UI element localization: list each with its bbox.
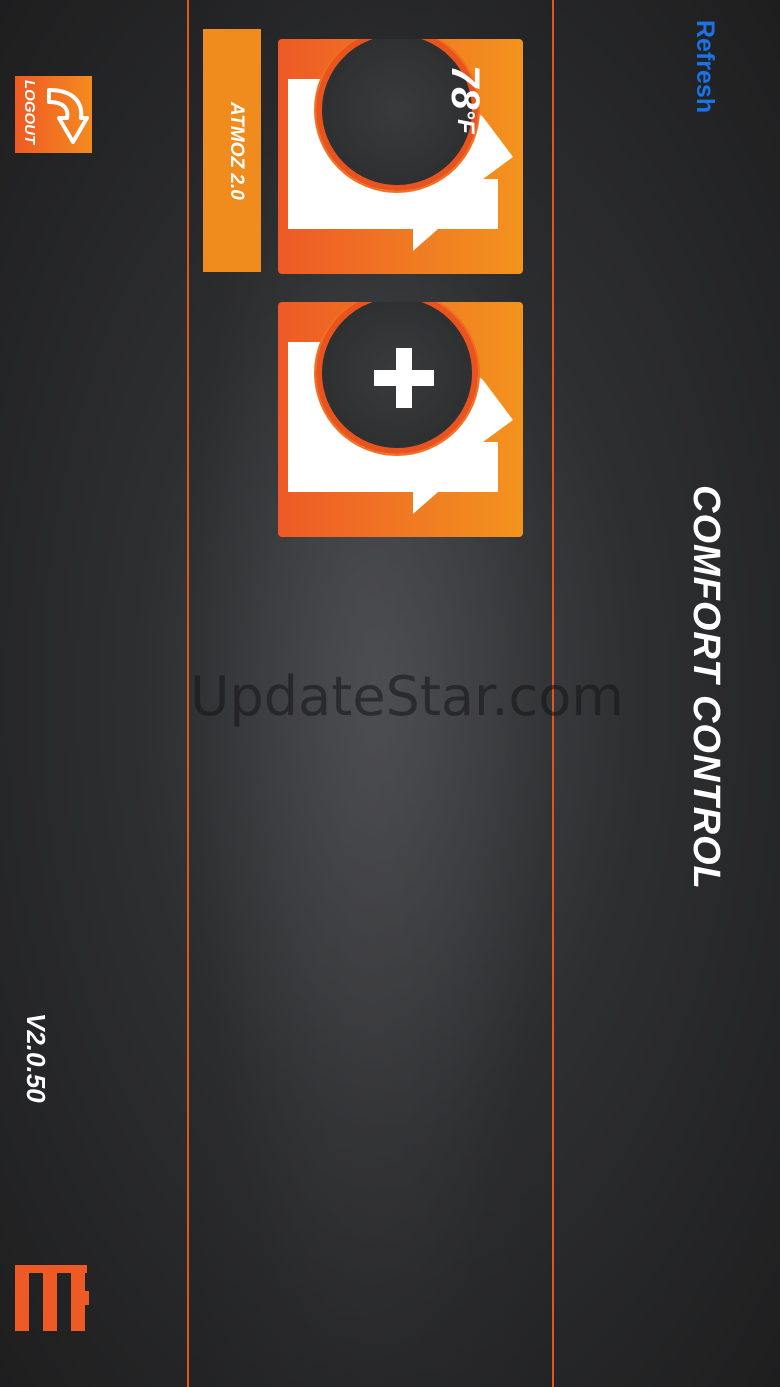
- temperature-unit: °F: [452, 109, 479, 134]
- logout-button[interactable]: LOGOUT: [15, 76, 92, 153]
- add-device-tile[interactable]: [278, 302, 523, 537]
- plus-icon: [374, 348, 434, 408]
- menu-icon[interactable]: [15, 1265, 89, 1331]
- app-title: COMFORT CONTROL: [685, 485, 727, 890]
- version-label: V2.0.50: [21, 1013, 51, 1103]
- logout-arrow-icon: [47, 88, 89, 144]
- refresh-button[interactable]: Refresh: [690, 20, 719, 113]
- device-name: ATMOZ 2.0: [226, 101, 247, 200]
- logout-label: LOGOUT: [21, 80, 38, 145]
- device-label-tab[interactable]: ATMOZ 2.0: [203, 29, 261, 272]
- temperature-readout: 78°F: [443, 65, 487, 134]
- watermark: UpdateStar.com: [190, 665, 624, 728]
- device-tile-atmoz[interactable]: 78°F: [278, 39, 523, 274]
